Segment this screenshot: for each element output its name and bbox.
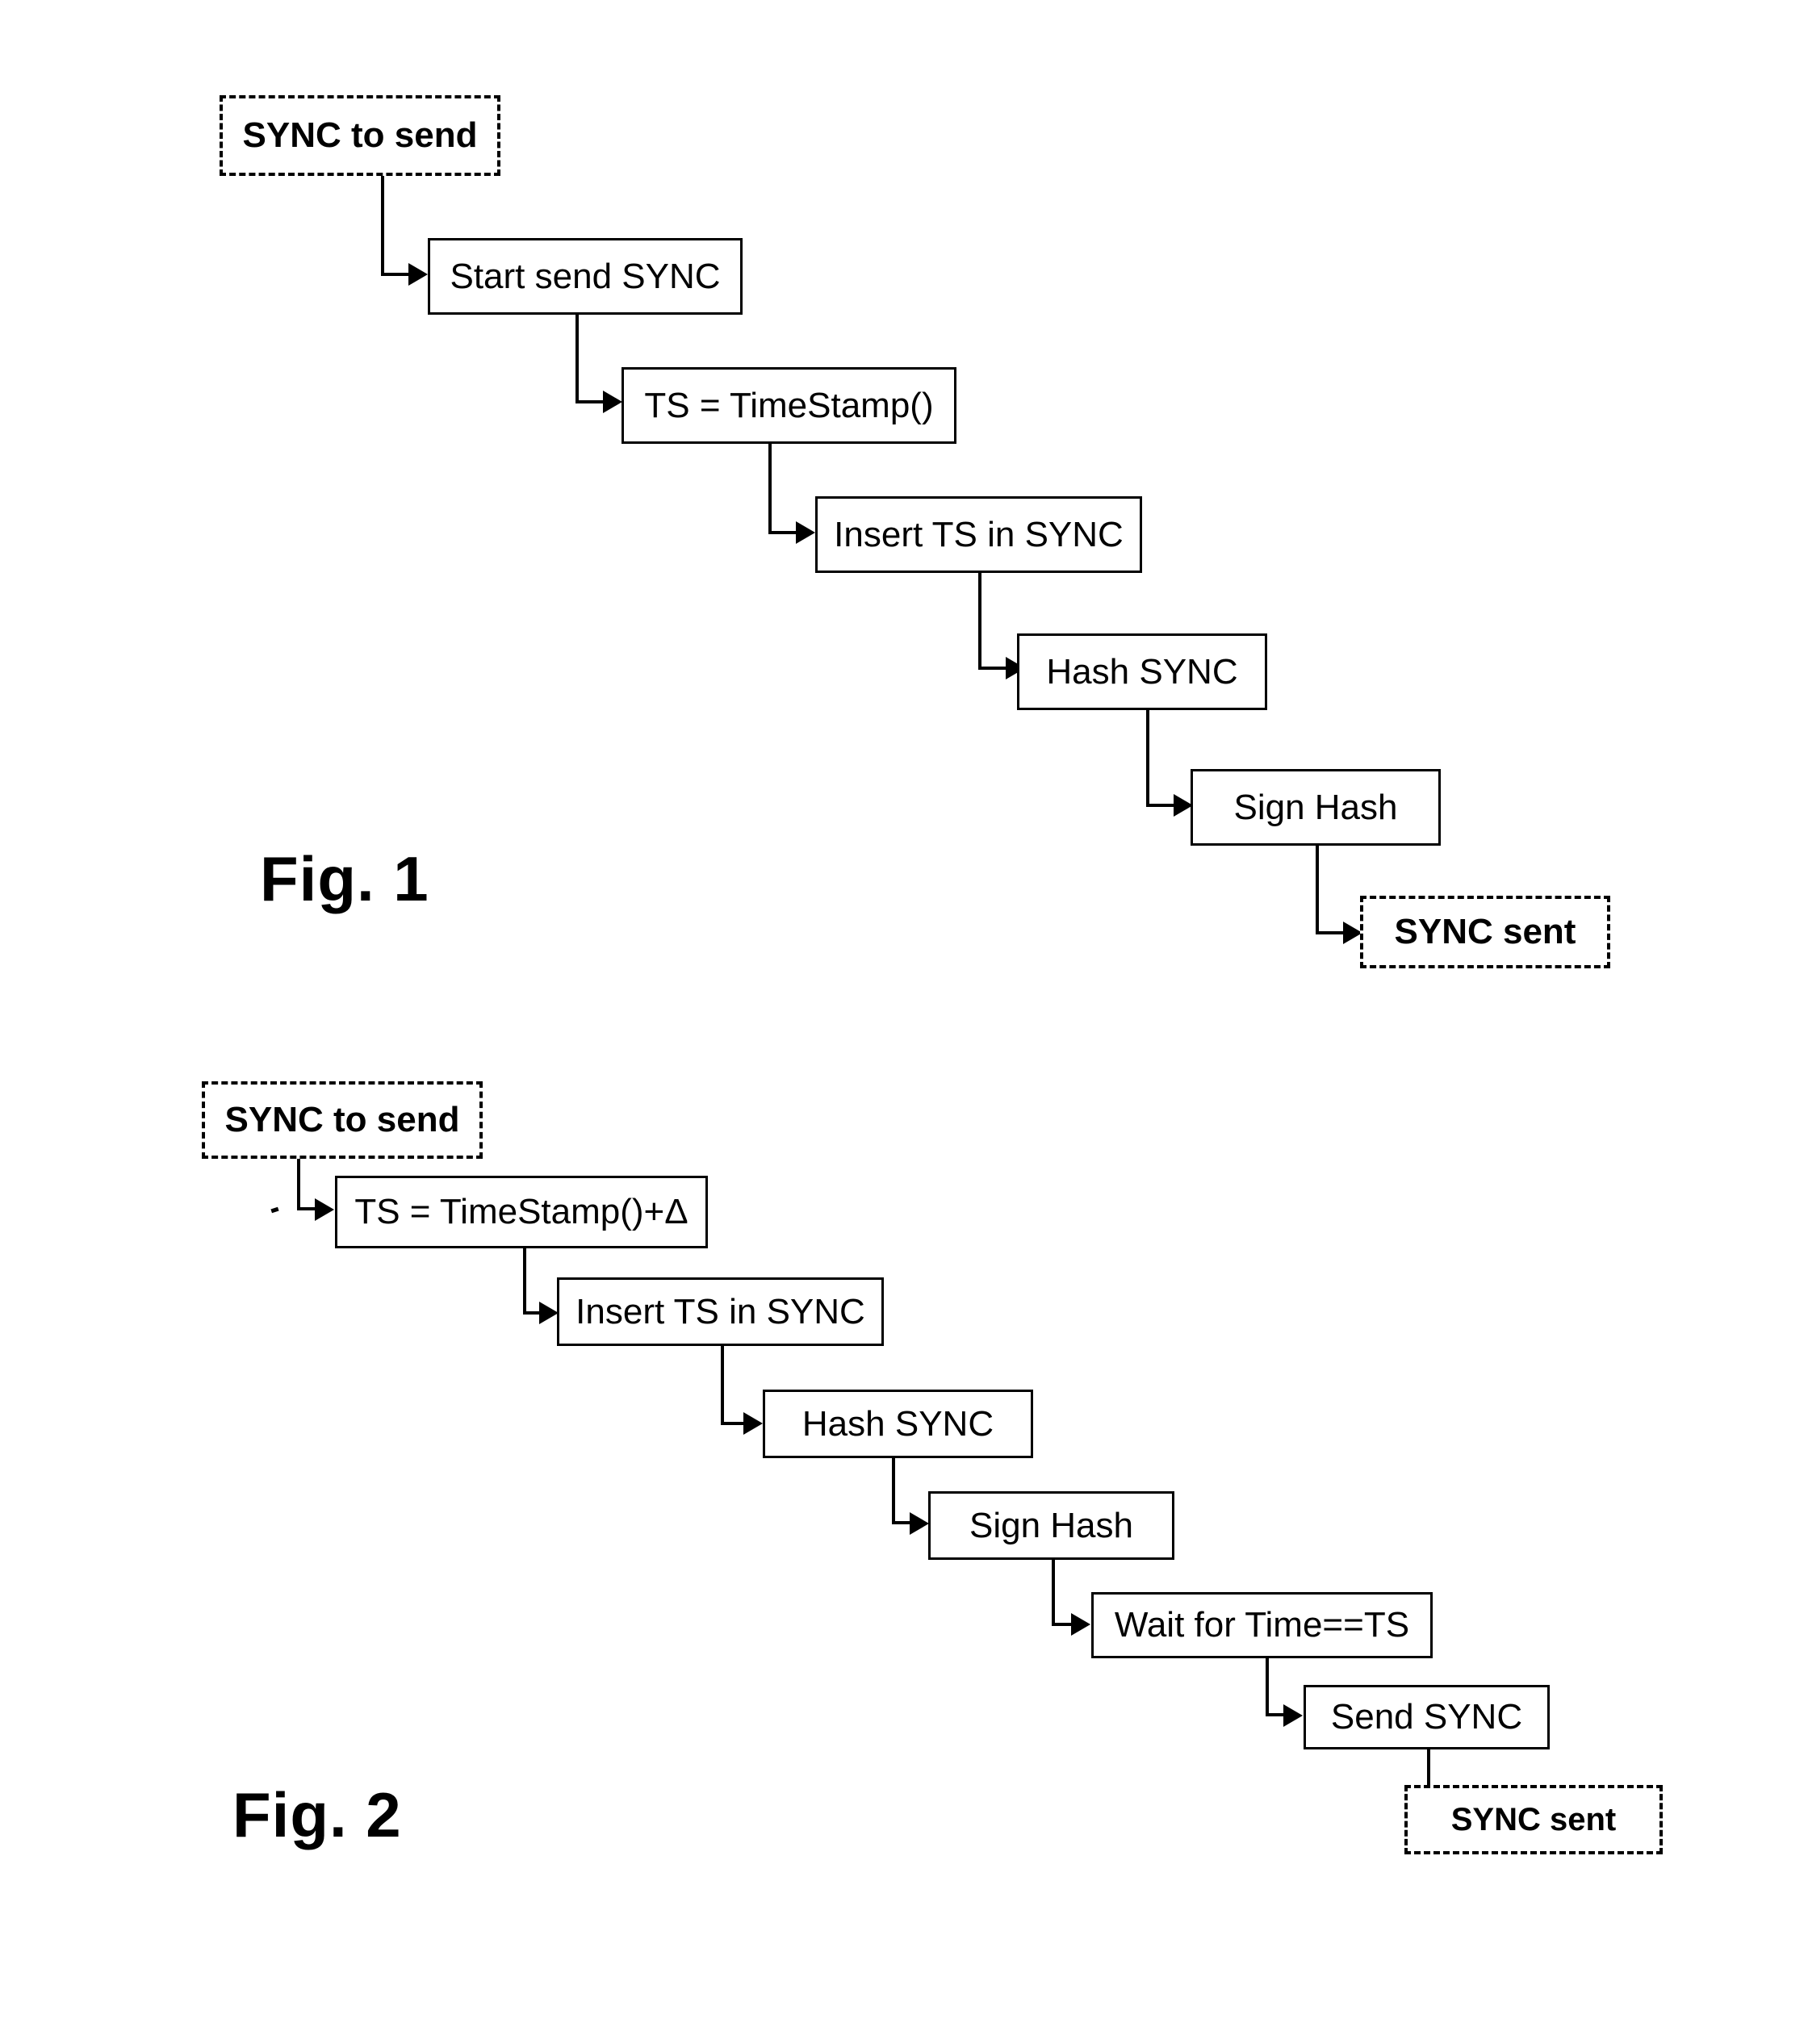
connector-line — [978, 667, 1006, 670]
connector-line — [768, 444, 772, 533]
node-ts-timestamp-delta[interactable]: TS = TimeStamp()+Δ — [335, 1176, 708, 1248]
connector-line — [575, 315, 579, 402]
connector-line — [297, 1207, 316, 1210]
connector-line — [1266, 1713, 1285, 1716]
arrowhead-icon — [1283, 1704, 1303, 1727]
arrowhead-icon — [1071, 1613, 1090, 1636]
connector-line — [1052, 1623, 1073, 1626]
node-sync-sent[interactable]: SYNC sent — [1404, 1785, 1663, 1854]
connector-line — [1266, 1658, 1269, 1716]
node-start-send-sync[interactable]: Start send SYNC — [428, 238, 743, 315]
node-send-sync[interactable]: Send SYNC — [1304, 1685, 1550, 1749]
connector-line — [297, 1159, 300, 1210]
node-sync-to-send[interactable]: SYNC to send — [220, 95, 500, 176]
arrowhead-icon — [315, 1198, 334, 1221]
connector-line — [768, 531, 796, 534]
node-sync-to-send[interactable]: SYNC to send — [202, 1081, 483, 1159]
connector-line — [523, 1311, 541, 1315]
connector-line — [1146, 804, 1174, 807]
connector-line — [721, 1422, 745, 1425]
connector-line — [721, 1346, 724, 1425]
arrowhead-icon — [603, 391, 622, 413]
connector-line — [1316, 846, 1319, 934]
node-sync-sent[interactable]: SYNC sent — [1360, 896, 1610, 968]
node-insert-ts-in-sync[interactable]: Insert TS in SYNC — [557, 1277, 884, 1346]
node-sign-hash[interactable]: Sign Hash — [1191, 769, 1441, 846]
node-wait-for-time[interactable]: Wait for Time==TS — [1091, 1592, 1433, 1658]
connector-line — [1052, 1560, 1055, 1626]
connector-line — [523, 1248, 526, 1315]
connector-line — [575, 400, 603, 403]
connector-line — [1146, 710, 1149, 805]
node-hash-sync[interactable]: Hash SYNC — [1017, 633, 1267, 710]
arrowhead-icon — [408, 263, 428, 286]
connector-line — [892, 1521, 911, 1524]
connector-line — [1316, 931, 1343, 934]
figure-1-caption: Fig. 1 — [260, 843, 429, 914]
arrowhead-icon — [796, 521, 815, 544]
patent-figure-page: SYNC to send Start send SYNC TS = TimeSt… — [0, 0, 1808, 2044]
connector-line — [892, 1458, 895, 1524]
arrowhead-icon — [539, 1302, 559, 1324]
scan-artifact-speck — [270, 1206, 279, 1214]
node-insert-ts-in-sync[interactable]: Insert TS in SYNC — [815, 496, 1142, 573]
node-ts-timestamp[interactable]: TS = TimeStamp() — [622, 367, 956, 444]
arrowhead-icon — [743, 1412, 763, 1435]
node-sign-hash[interactable]: Sign Hash — [928, 1491, 1174, 1560]
node-hash-sync[interactable]: Hash SYNC — [763, 1390, 1033, 1458]
connector-line — [381, 273, 408, 276]
connector-line — [978, 573, 981, 668]
arrowhead-icon — [910, 1512, 929, 1535]
connector-line — [381, 176, 384, 274]
figure-2-caption: Fig. 2 — [232, 1779, 402, 1850]
